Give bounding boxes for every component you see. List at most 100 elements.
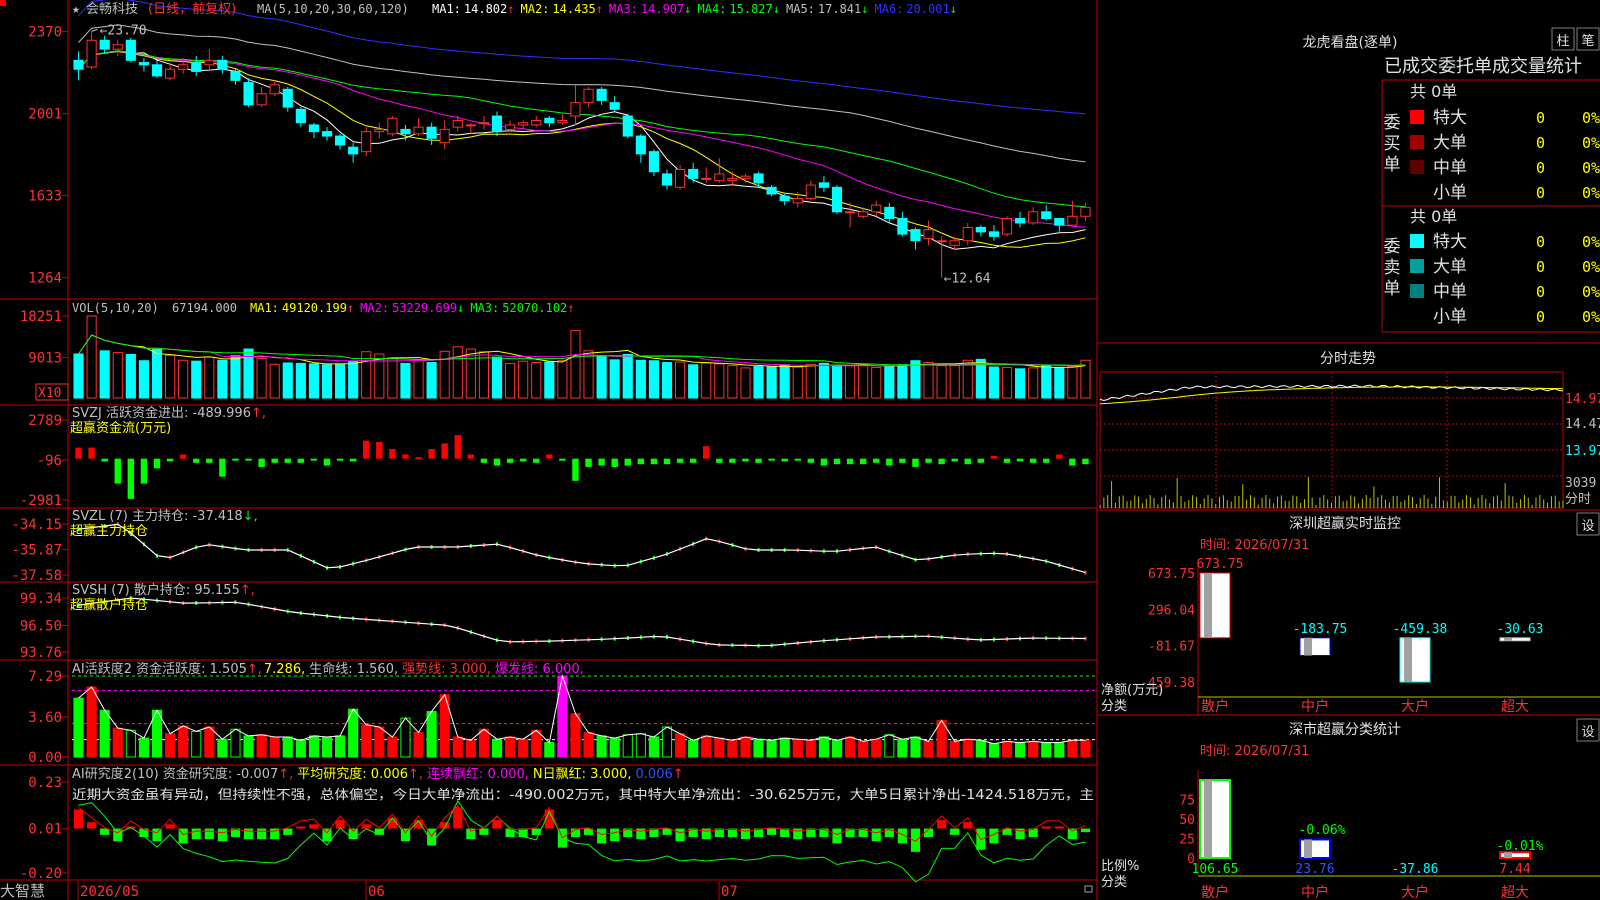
- research-bar: [910, 828, 921, 852]
- monitor-settings-button[interactable]: 设: [1576, 512, 1600, 536]
- volume-chart[interactable]: 18251 9013 X10: [20, 309, 1091, 401]
- row-pct: 0%: [1582, 184, 1600, 202]
- monitor-bar-shade: [1204, 573, 1212, 638]
- monitor-value: 673.75: [1197, 557, 1244, 572]
- research-bar: [610, 828, 620, 842]
- classify-value: 23.76: [1295, 862, 1334, 877]
- activity-bar: [335, 735, 346, 758]
- activity-bar: [478, 728, 490, 758]
- research-bar: [87, 822, 97, 829]
- ai-activity-chart[interactable]: 7.29 3.60 0.00: [28, 669, 1095, 766]
- volume-bar: [714, 363, 725, 399]
- buy-total: 共 0单: [1410, 82, 1457, 101]
- legend-label: MA2:: [360, 301, 389, 315]
- research-bar: [832, 828, 842, 844]
- monitor-y-tick: 296.04: [1148, 603, 1195, 618]
- activity-bar: [413, 732, 424, 758]
- svzj-chart[interactable]: 2789 -96 -2981: [20, 413, 1089, 509]
- research-bar: [950, 828, 960, 835]
- classify-y-label: 比例%: [1101, 859, 1139, 874]
- activity-bar: [688, 739, 699, 758]
- candle-body: [465, 124, 476, 127]
- research-bar: [204, 828, 214, 840]
- candle-body: [936, 240, 947, 243]
- classify-settings-button[interactable]: 设: [1576, 718, 1600, 742]
- high-pointer: [91, 28, 98, 32]
- kline-chart[interactable]: ←23.70 ←12.64: [73, 0, 1091, 287]
- flow-bar: [1056, 454, 1063, 459]
- legend-swatch: [1410, 234, 1424, 248]
- flow-bar: [703, 446, 710, 459]
- legend-label: MA5:: [786, 2, 815, 16]
- research-bar: [335, 820, 345, 829]
- flow-bar: [533, 458, 540, 463]
- volume-bar: [99, 350, 110, 399]
- lhb-subtitle: 已成交委托单成交量统计: [1384, 56, 1582, 77]
- flow-bar: [546, 454, 553, 459]
- legend-value: 14.802: [464, 2, 507, 16]
- y-tick-label: 3.60: [28, 710, 62, 726]
- legend-swatch: [1410, 135, 1424, 149]
- row-pct: 0%: [1582, 109, 1600, 127]
- activity-bar: [675, 733, 686, 758]
- svsh-chart[interactable]: 99.34 96.50 93.76: [20, 591, 1087, 661]
- activity-bar: [923, 740, 934, 758]
- research-bar: [1041, 826, 1051, 829]
- candle-body: [1015, 217, 1026, 224]
- row-label: 中单: [1433, 158, 1467, 178]
- flow-bar: [114, 458, 121, 484]
- candle-body: [609, 102, 620, 110]
- row-count: 0: [1536, 184, 1545, 202]
- row-count: 0: [1536, 308, 1545, 326]
- legend-value: 17.841: [818, 2, 861, 16]
- sell-total: 共 0单: [1410, 207, 1457, 226]
- flow-bar: [951, 458, 958, 462]
- row-count: 0: [1536, 109, 1545, 127]
- row-label: 中单: [1433, 282, 1467, 302]
- flow-bar: [650, 458, 658, 465]
- research-bar: [636, 828, 646, 840]
- side-char: 委: [1384, 113, 1401, 133]
- row-count: 0: [1536, 233, 1545, 251]
- ai-research-title: AI研究度2(10) 资金研究度: -0.007↑, 平均研究度: 0.006↑,…: [72, 766, 684, 782]
- vol-ma-legend: MA1: 49120.199↑ MA2: 53229.699↓ MA3: 52070.10…: [250, 301, 575, 315]
- activity-bar: [1041, 742, 1052, 758]
- activity-bar: [361, 724, 372, 758]
- column-view-button[interactable]: 柱: [1551, 27, 1575, 51]
- volume-bar: [426, 362, 437, 399]
- ai-activity-header: AI活跃度2 资金活跃度: 1.505↑, 7.286, 生命线: 1.560, 强势…: [72, 661, 584, 677]
- activity-bar: [243, 735, 254, 758]
- row-pct: 0%: [1582, 159, 1600, 177]
- activity-bar: [518, 738, 529, 758]
- y-tick-label: 99.34: [20, 591, 62, 607]
- flow-bar: [624, 458, 631, 466]
- research-bar: [309, 824, 319, 829]
- activity-bar: [86, 686, 97, 758]
- svsh-subtitle: 超赢散户持仓: [70, 597, 148, 613]
- volume-bar: [609, 359, 620, 399]
- candle-body: [217, 59, 228, 70]
- flow-bar: [742, 458, 749, 462]
- candle-body: [178, 64, 189, 70]
- candle-body: [478, 122, 490, 125]
- volume-bar: [478, 351, 490, 399]
- candle-body: [204, 59, 215, 66]
- volume-bar: [675, 361, 686, 399]
- activity-bar: [858, 740, 869, 758]
- y-tick-label: 1264: [28, 271, 62, 287]
- tick-view-button[interactable]: 笔: [1576, 27, 1600, 51]
- candle-body: [688, 168, 699, 179]
- side-char: 卖: [1384, 258, 1401, 278]
- candle-body: [818, 182, 829, 188]
- activity-bar: [1080, 739, 1091, 758]
- volume-bar: [387, 357, 398, 399]
- flow-bar: [886, 458, 893, 466]
- volume-bar: [518, 360, 529, 399]
- intraday-chart[interactable]: 14.97 14.47 13.97 3039分时: [1099, 371, 1600, 509]
- legend-value: 14.907: [641, 2, 684, 16]
- svzl-chart[interactable]: -34.15 -35.87 -37.58: [11, 517, 1087, 584]
- candle-body: [766, 186, 777, 195]
- activity-bar: [701, 735, 712, 758]
- candle-body: [753, 173, 764, 184]
- candle-body: [962, 226, 973, 242]
